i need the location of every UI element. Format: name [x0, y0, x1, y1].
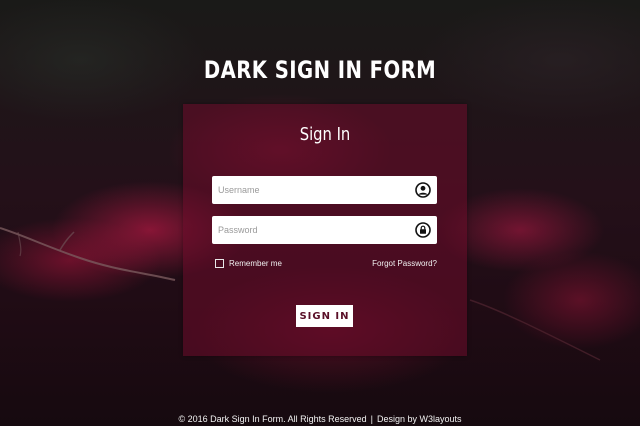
password-field-wrapper [212, 216, 437, 244]
remember-me-checkbox[interactable] [215, 259, 224, 268]
sign-in-button[interactable]: SIGN IN [296, 305, 353, 327]
sign-in-card: Sign In Remember me Forgot Password? SIG… [183, 104, 467, 356]
footer: © 2016 Dark Sign In Form. All Rights Res… [0, 414, 640, 424]
username-field-wrapper [212, 176, 437, 204]
w3layouts-link[interactable]: W3layouts [420, 414, 462, 424]
password-input[interactable] [212, 216, 413, 244]
design-credit-prefix: Design by [377, 414, 420, 424]
page: DARK SIGN IN FORM Sign In Remember me Fo… [0, 0, 640, 426]
user-circle-icon [415, 182, 431, 198]
footer-separator: | [370, 414, 373, 424]
page-heading: DARK SIGN IN FORM [203, 56, 437, 85]
username-input[interactable] [212, 176, 413, 204]
remember-me-option[interactable]: Remember me [215, 259, 282, 268]
forgot-password-link[interactable]: Forgot Password? [372, 259, 437, 268]
copyright-text: © 2016 Dark Sign In Form. All Rights Res… [178, 414, 367, 424]
remember-me-label: Remember me [229, 259, 282, 268]
lock-circle-icon [415, 222, 431, 238]
sign-in-title: Sign In [299, 124, 351, 145]
